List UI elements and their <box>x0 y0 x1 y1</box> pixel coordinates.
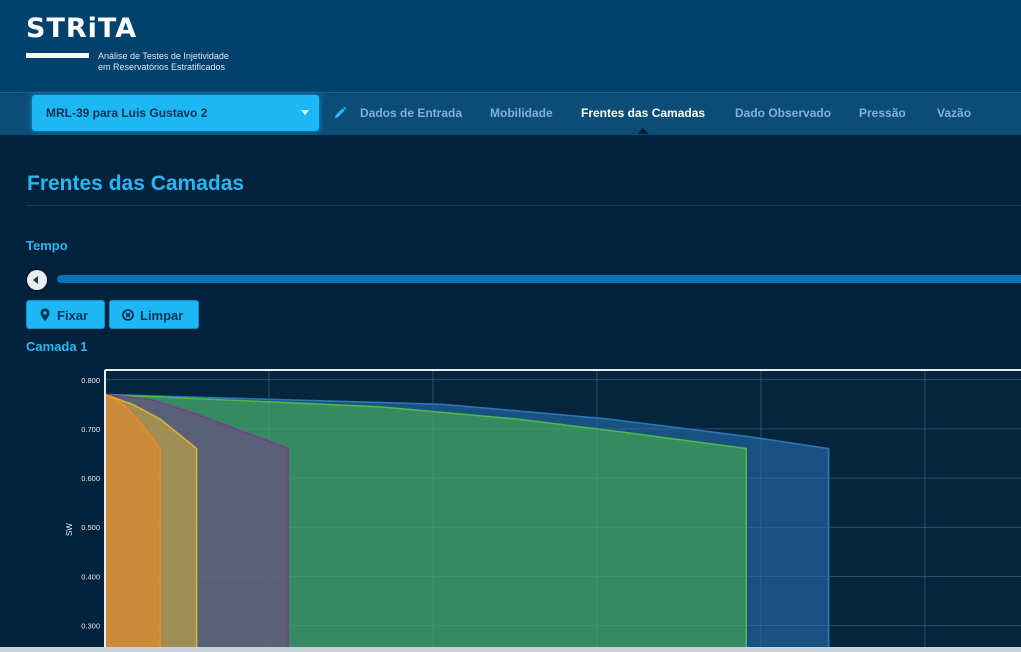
tab-dados-de-entrada[interactable]: Dados de Entrada <box>360 106 462 120</box>
y-tick-label: 0.300 <box>81 621 100 630</box>
bottom-scroll-strip <box>0 647 1021 652</box>
y-tick-label: 0.700 <box>81 425 100 434</box>
page-title: Frentes das Camadas <box>27 172 245 195</box>
project-select[interactable]: MRL-39 para Luis Gustavo 2 <box>32 95 319 131</box>
logo-underline <box>26 53 89 58</box>
logo-subtitle-line1: Análise de Testes de Injetividade <box>98 51 229 61</box>
main-nav: MRL-39 para Luis Gustavo 2 Dados de Entr… <box>0 92 1021 135</box>
tab-dado-observado[interactable]: Dado Observado <box>735 106 831 120</box>
logo-subtitle: Análise de Testes de Injetividade em Res… <box>98 51 229 73</box>
tab-frentes-das-camadas[interactable]: Frentes das Camadas <box>581 106 705 120</box>
y-tick-label: 0.500 <box>81 523 100 532</box>
map-marker-icon <box>40 308 50 321</box>
tempo-label: Tempo <box>26 238 68 253</box>
chart-series <box>104 393 830 650</box>
y-tick-label: 0.800 <box>81 376 100 385</box>
tab-mobilidade[interactable]: Mobilidade <box>490 106 553 120</box>
chevron-down-icon <box>301 110 309 115</box>
active-tab-indicator <box>637 128 649 134</box>
arrow-left-icon <box>33 276 38 284</box>
y-tick-label: 0.400 <box>81 572 100 581</box>
tab-pressao[interactable]: Pressão <box>859 106 906 120</box>
y-axis-label: SW <box>65 523 74 536</box>
time-slider-handle[interactable] <box>27 270 47 290</box>
fixar-button[interactable]: Fixar <box>26 300 105 329</box>
title-divider <box>26 205 1021 206</box>
app-header: STRiTA Análise de Testes de Injetividade… <box>0 0 1021 92</box>
fixar-label: Fixar <box>57 308 89 323</box>
sw-front-chart: 0.800 0.700 0.600 0.500 0.400 0.300 SW <box>65 369 1021 650</box>
time-slider-track[interactable] <box>57 275 1021 283</box>
clear-circle-icon <box>122 309 134 321</box>
limpar-button[interactable]: Limpar <box>109 300 199 329</box>
pencil-icon[interactable] <box>333 106 347 120</box>
layer-heading: Camada 1 <box>26 339 88 354</box>
project-select-value: MRL-39 para Luis Gustavo 2 <box>46 106 208 120</box>
y-axis-ticks: 0.800 0.700 0.600 0.500 0.400 0.300 <box>81 376 100 631</box>
logo-subtitle-line2: em Reservatórios Estratificados <box>98 62 226 72</box>
logo-text: STRiTA <box>26 13 138 44</box>
strita-logo[interactable]: STRiTA Análise de Testes de Injetividade… <box>26 13 229 72</box>
tab-vazao[interactable]: Vazão <box>937 106 971 120</box>
limpar-label: Limpar <box>140 308 184 323</box>
y-tick-label: 0.600 <box>81 474 100 483</box>
